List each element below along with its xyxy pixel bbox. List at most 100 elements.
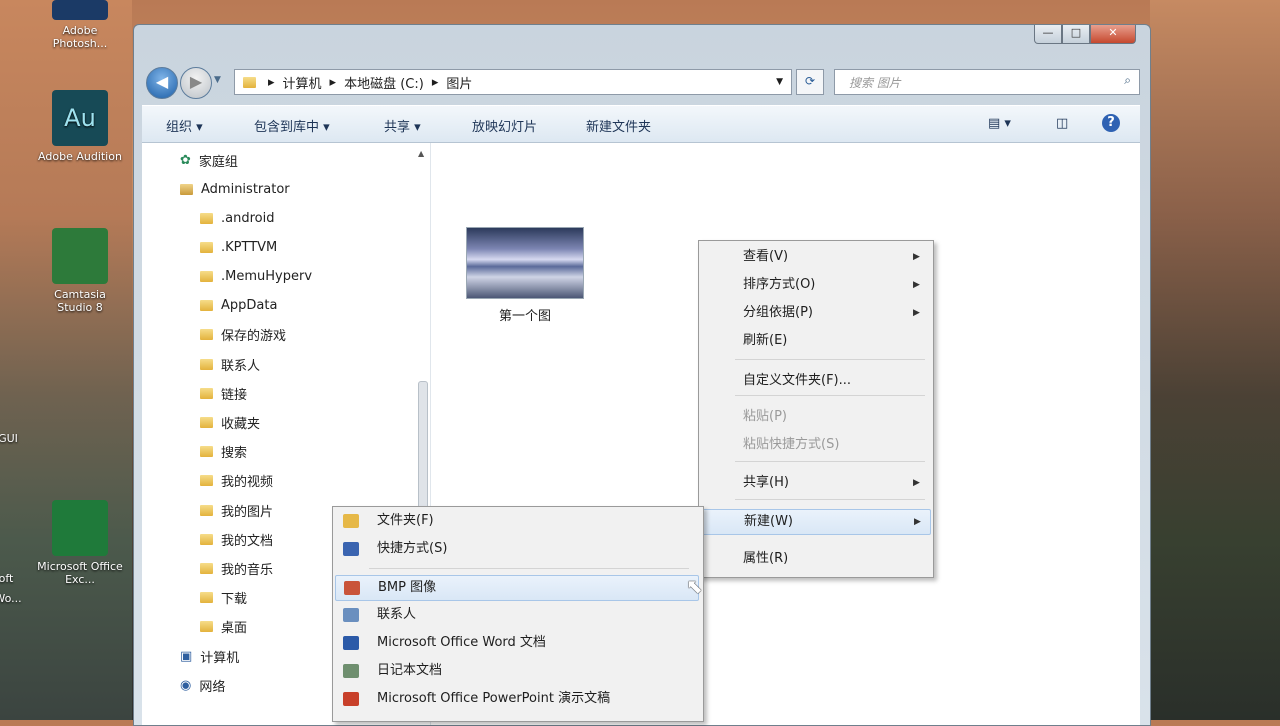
desktop-icon-photoshop[interactable]: Adobe Photosh... — [36, 0, 124, 50]
nav-folder-item[interactable]: 我的音乐 — [200, 557, 273, 579]
search-icon: ⌕ — [1124, 73, 1131, 87]
close-button[interactable]: ✕ — [1090, 25, 1136, 44]
nav-folder-item[interactable]: 收藏夹 — [200, 411, 260, 433]
slideshow-button[interactable]: 放映幻灯片 — [472, 116, 537, 135]
forward-button[interactable]: ▶ — [180, 67, 212, 99]
new-submenu-item[interactable]: Microsoft Office PowerPoint 演示文稿 — [335, 687, 697, 711]
folder-icon — [243, 76, 256, 88]
back-button[interactable]: ◀ — [146, 67, 178, 99]
history-dropdown-icon[interactable]: ▼ — [214, 75, 221, 85]
nav-folder-item[interactable]: 搜索 — [200, 441, 247, 463]
folder-icon — [200, 446, 213, 458]
new-folder-button[interactable]: 新建文件夹 — [586, 116, 651, 135]
folder-icon — [200, 358, 213, 370]
organize-button[interactable]: 组织 ▾ — [166, 116, 203, 135]
nav-folder-item[interactable]: 我的文档 — [200, 528, 273, 550]
folder-icon — [343, 514, 359, 528]
context-menu-item[interactable]: 自定义文件夹(F)... — [701, 369, 929, 393]
submenu-arrow-icon: ▶ — [914, 517, 921, 527]
folder-icon — [200, 562, 213, 574]
photoshop-icon — [52, 0, 108, 20]
submenu-arrow-icon: ▶ — [913, 252, 920, 262]
new-submenu-item[interactable]: 日记本文档 — [335, 659, 697, 683]
menu-separator — [735, 359, 925, 360]
context-menu-item[interactable]: 刷新(E) — [701, 329, 929, 353]
new-submenu-item[interactable]: Microsoft Office Word 文档 — [335, 631, 697, 655]
audition-icon: Au — [52, 90, 108, 146]
nav-folder-item[interactable]: AppData — [200, 295, 277, 317]
folder-icon — [200, 270, 213, 282]
refresh-button[interactable]: ⟳ — [796, 69, 824, 95]
nav-folder-item[interactable]: 保存的游戏 — [200, 324, 286, 346]
scroll-up-icon[interactable]: ▲ — [418, 149, 424, 158]
nav-computer[interactable]: ▣ 计算机 — [180, 645, 239, 667]
maximize-button[interactable]: □ — [1062, 25, 1090, 44]
nav-folder-item[interactable]: 桌面 — [200, 616, 247, 638]
desktop-icon-partial-oft[interactable]: oft — [0, 572, 50, 585]
folder-icon — [200, 387, 213, 399]
navigation-bar: ◀ ▶ ▼ ▸ 计算机 ▸ 本地磁盘 (C:) ▸ 图片 ▼ ⟳ 搜索 图片 ⌕ — [144, 65, 1140, 99]
nav-folder-item[interactable]: 联系人 — [200, 353, 260, 375]
new-submenu-item[interactable]: 联系人 — [335, 603, 697, 627]
menu-separator — [735, 395, 925, 396]
folder-icon — [200, 592, 213, 604]
shortcut-icon — [343, 542, 359, 556]
context-menu-item[interactable]: 属性(R) — [701, 547, 929, 571]
context-menu: 查看(V) ▶ 排序方式(O) ▶ 分组依据(P) ▶ 刷新(E) 自定义文件夹(F)... 粘… — [698, 240, 934, 578]
breadcrumb-computer[interactable]: 计算机 — [283, 73, 322, 92]
search-input[interactable]: 搜索 图片 ⌕ — [834, 69, 1140, 95]
nav-folder-item[interactable]: .MemuHyperv — [200, 265, 312, 287]
desktop-icon-partial-wo[interactable]: Wo... — [0, 592, 52, 605]
folder-icon — [200, 475, 213, 487]
desktop-icon-audition[interactable]: Au Adobe Audition — [36, 90, 124, 163]
context-menu-item[interactable]: 排序方式(O) ▶ — [701, 273, 929, 297]
contact-icon — [343, 608, 359, 622]
menu-separator — [735, 461, 925, 462]
camtasia-icon — [52, 228, 108, 284]
command-bar: 组织 ▾ 包含到库中 ▾ 共享 ▾ 放映幻灯片 新建文件夹 ▤ ▾ ◫ ? — [142, 105, 1140, 143]
minimize-button[interactable]: — — [1034, 25, 1062, 44]
folder-icon — [200, 329, 213, 341]
folder-icon — [200, 621, 213, 633]
nav-folder-item[interactable]: 我的图片 — [200, 499, 273, 521]
include-in-library-button[interactable]: 包含到库中 ▾ — [254, 116, 330, 135]
word-icon — [343, 636, 359, 650]
submenu-arrow-icon: ▶ — [913, 280, 920, 290]
menu-separator — [735, 499, 925, 500]
nav-folder-item[interactable]: 链接 — [200, 382, 247, 404]
nav-folder-item[interactable]: 下载 — [200, 587, 247, 609]
share-button[interactable]: 共享 ▾ — [384, 116, 421, 135]
help-icon[interactable]: ? — [1102, 114, 1120, 132]
context-menu-item[interactable]: 共享(H) ▶ — [701, 471, 929, 495]
desktop-icon-camtasia[interactable]: Camtasia Studio 8 — [36, 228, 124, 314]
window-controls: — □ ✕ — [1034, 25, 1136, 44]
nav-folder-item[interactable]: .KPTTVM — [200, 236, 277, 258]
context-menu-item[interactable]: 新建(W) ▶ — [701, 509, 931, 535]
folder-icon — [200, 416, 213, 428]
preview-pane-icon[interactable]: ◫ — [1056, 116, 1068, 131]
address-dropdown-icon[interactable]: ▼ — [776, 77, 783, 87]
context-menu-item[interactable]: 查看(V) ▶ — [701, 245, 929, 269]
desktop-icon-partial-gui[interactable]: GUI — [0, 432, 52, 445]
nav-homegroup[interactable]: ✿ 家庭组 — [180, 149, 238, 171]
nav-network[interactable]: ◉ 网络 — [180, 674, 225, 696]
homegroup-icon: ✿ — [180, 152, 191, 168]
address-bar[interactable]: ▸ 计算机 ▸ 本地磁盘 (C:) ▸ 图片 ▼ — [234, 69, 792, 95]
breadcrumb-local-disk[interactable]: 本地磁盘 (C:) — [344, 73, 424, 92]
new-submenu-item[interactable]: BMP 图像 — [335, 575, 699, 601]
computer-icon: ▣ — [180, 648, 193, 664]
new-submenu-item[interactable]: 文件夹(F) — [335, 509, 697, 533]
nav-folder-item[interactable]: 我的视频 — [200, 470, 273, 492]
view-options-icon[interactable]: ▤ ▾ — [988, 116, 1011, 131]
nav-folder-item[interactable]: .android — [200, 207, 274, 229]
new-submenu-item[interactable]: 快捷方式(S) — [335, 537, 697, 561]
context-menu-item[interactable]: 分组依据(P) ▶ — [701, 301, 929, 325]
submenu-arrow-icon: ▶ — [913, 308, 920, 318]
file-thumbnail[interactable] — [466, 227, 584, 299]
breadcrumb-pictures[interactable]: 图片 — [446, 73, 472, 92]
file-name[interactable]: 第一个图 — [466, 305, 584, 324]
journal-icon — [343, 664, 359, 678]
context-menu-item: 粘贴(P) — [743, 409, 787, 424]
nav-administrator[interactable]: Administrator — [180, 178, 290, 200]
context-menu-item: 粘贴快捷方式(S) — [743, 437, 840, 452]
